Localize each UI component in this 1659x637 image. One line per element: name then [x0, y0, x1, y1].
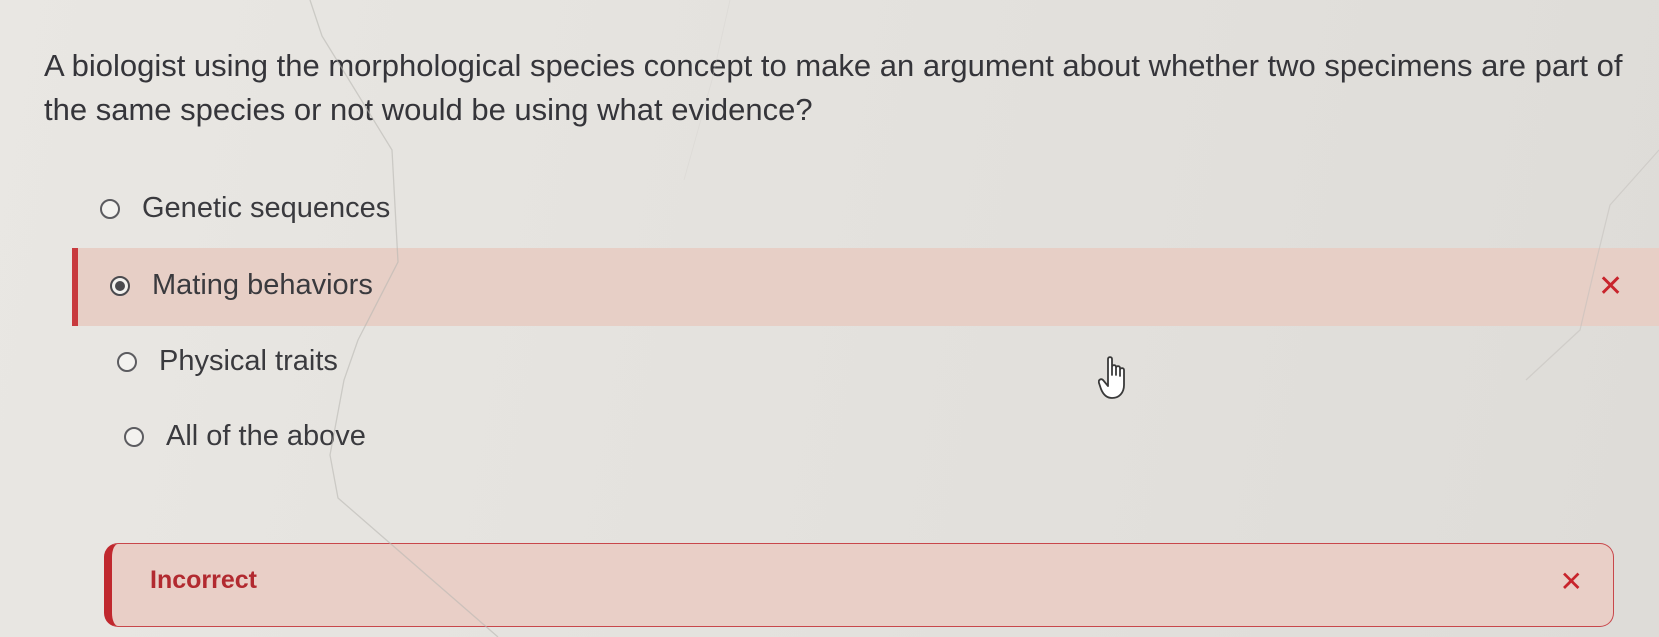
feedback-banner: Incorrect ✕: [104, 543, 1614, 627]
radio-button[interactable]: [124, 426, 144, 447]
option-genetic-sequences[interactable]: Genetic sequences: [100, 192, 390, 225]
option-all-of-the-above[interactable]: All of the above: [124, 420, 366, 453]
radio-button[interactable]: [117, 351, 137, 372]
option-label: All of the above: [166, 420, 366, 452]
question-text: A biologist using the morphological spec…: [44, 48, 1623, 127]
feedback-label: Incorrect: [150, 566, 257, 594]
hand-pointer-icon: [1098, 356, 1125, 399]
radio-button[interactable]: [100, 198, 120, 219]
option-mating-behaviors[interactable]: Mating behaviors: [110, 269, 373, 302]
option-physical-traits[interactable]: Physical traits: [117, 345, 338, 378]
close-icon: ✕: [1559, 566, 1583, 597]
option-label: Mating behaviors: [152, 269, 373, 301]
option-label: Genetic sequences: [142, 192, 391, 224]
option-label: Physical traits: [159, 345, 338, 377]
close-icon: ✕: [1598, 270, 1624, 303]
radio-button-selected[interactable]: [110, 275, 130, 296]
